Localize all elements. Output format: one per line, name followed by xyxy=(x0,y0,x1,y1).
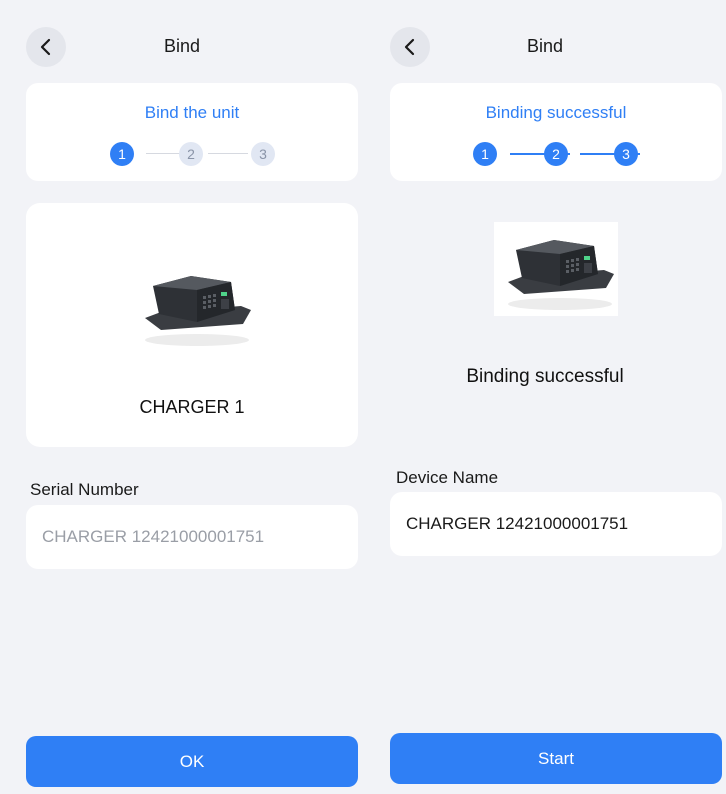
bind-screen-step-1: Bind Bind the unit 1 2 3 CHARGER 1 Seria… xyxy=(0,0,364,794)
device-card: CHARGER 1 xyxy=(26,203,358,447)
step-title: Binding successful xyxy=(485,103,627,122)
page-title: Bind xyxy=(526,36,564,56)
start-button[interactable]: Start xyxy=(390,733,722,784)
step-title: Bind the unit xyxy=(144,103,240,122)
charger-image xyxy=(131,260,255,350)
device-name-field[interactable]: CHARGER 12421000001751 xyxy=(390,492,722,556)
step-connector xyxy=(208,153,248,154)
step-card: Bind the unit 1 2 3 xyxy=(26,83,358,181)
charger-image xyxy=(494,222,618,316)
step-2: 2 xyxy=(179,142,203,166)
step-card: Binding successful 1 2 3 xyxy=(390,83,722,181)
serial-number-field[interactable]: CHARGER 12421000001751 xyxy=(26,505,358,569)
step-1: 1 xyxy=(110,142,134,166)
stepper: 1 2 3 xyxy=(26,142,358,166)
serial-number-label: Serial Number xyxy=(30,480,139,499)
step-1: 1 xyxy=(473,142,497,166)
bind-screen-step-3: Bind Binding successful 1 2 3 Binding su… xyxy=(364,0,726,794)
ok-button[interactable]: OK xyxy=(26,736,358,787)
step-3: 3 xyxy=(614,142,638,166)
device-name: CHARGER 1 xyxy=(139,397,245,417)
step-2: 2 xyxy=(544,142,568,166)
page-title: Bind xyxy=(163,36,201,56)
device-name-label: Device Name xyxy=(396,468,499,487)
binding-status-text: Binding successful xyxy=(466,366,624,387)
step-3: 3 xyxy=(251,142,275,166)
stepper: 1 2 3 xyxy=(390,142,722,166)
